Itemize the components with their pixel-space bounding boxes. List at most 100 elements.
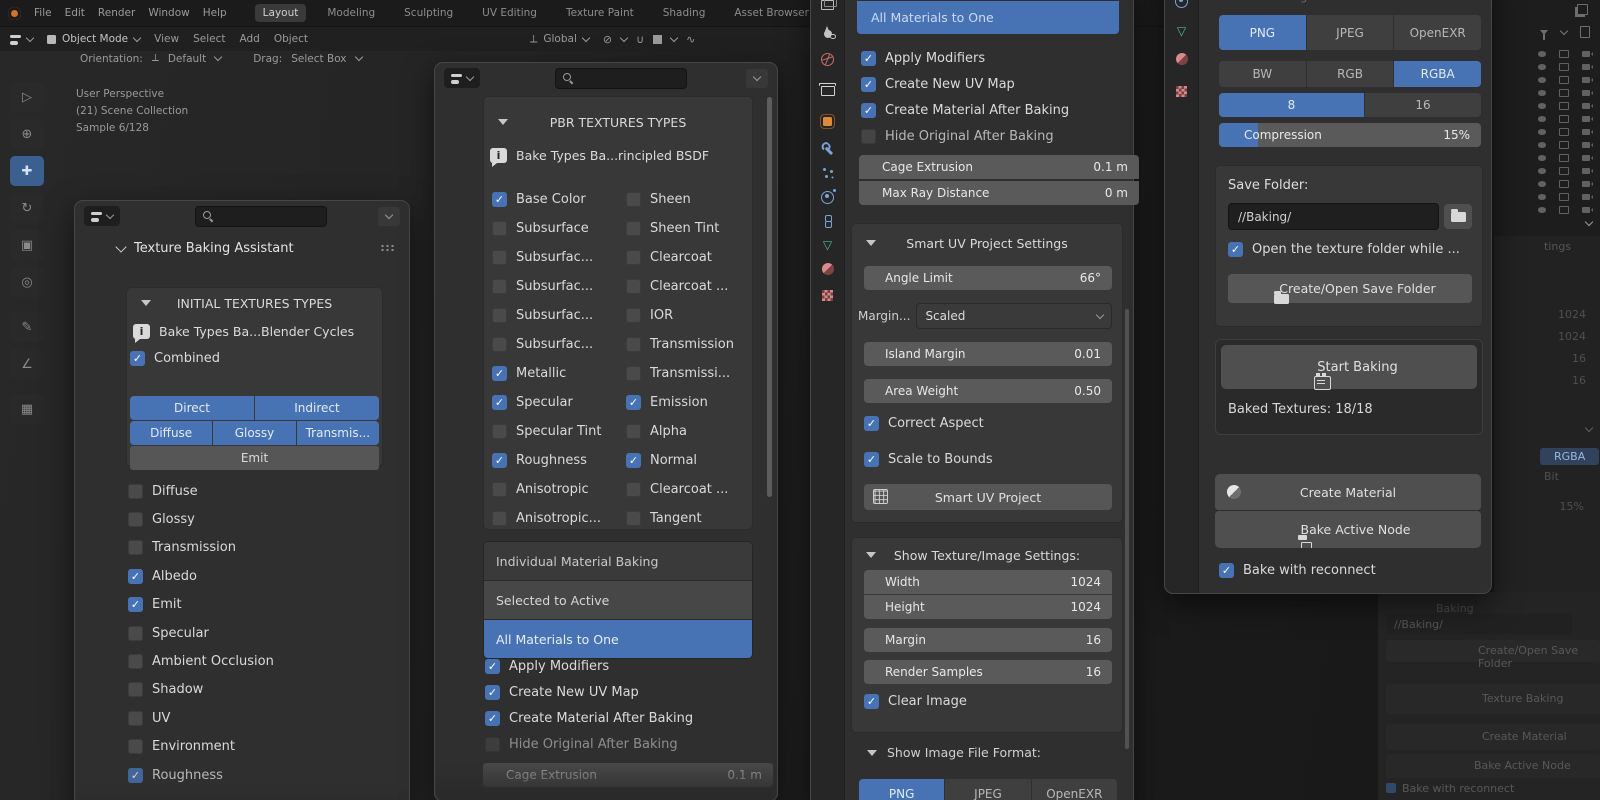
scale-tool-button[interactable]: ▣ <box>10 230 44 260</box>
menu-add[interactable]: Add <box>239 33 259 45</box>
check-row[interactable]: Specular <box>128 619 389 647</box>
check-row[interactable]: Metallic <box>492 359 624 388</box>
tab-world-icon[interactable] <box>811 47 844 71</box>
scrollbar[interactable] <box>1125 309 1129 749</box>
check-row[interactable]: Ambient Occlusion <box>128 647 389 675</box>
check-row[interactable]: Subsurfac... <box>492 330 624 359</box>
depth-16-button[interactable]: 16 <box>1365 93 1481 117</box>
create-new-uv-checkbox[interactable] <box>861 76 876 92</box>
search-input[interactable] <box>195 205 327 227</box>
workspace-tab-asset-browser[interactable]: Asset Browser <box>726 4 817 22</box>
open-folder-checkbox[interactable] <box>1228 242 1243 257</box>
menu-select[interactable]: Select <box>193 33 225 45</box>
check-row[interactable]: IOR <box>626 301 748 330</box>
check-row[interactable]: Subsurfac... <box>492 301 624 330</box>
tab-object-icon[interactable] <box>811 109 844 133</box>
create-new-uv-checkbox[interactable] <box>485 684 500 700</box>
mode-selected-to-active[interactable]: Selected to Active <box>484 581 752 620</box>
shadow-checkbox[interactable] <box>128 682 143 698</box>
tab-scene-icon[interactable] <box>811 21 844 45</box>
bw-button[interactable]: BW <box>1219 61 1306 87</box>
diffuse-checkbox[interactable] <box>128 483 143 499</box>
bake-reconnect-checkbox[interactable] <box>1219 563 1234 578</box>
openexr-button[interactable]: OpenEXR <box>1031 779 1117 800</box>
ambient-occlusion-checkbox[interactable] <box>128 654 143 670</box>
workspace-tab-layout[interactable]: Layout <box>254 4 307 22</box>
alpha-checkbox[interactable] <box>626 424 641 439</box>
transmission-button[interactable]: Transmis... <box>296 421 379 445</box>
anisotropic-checkbox[interactable] <box>492 482 507 497</box>
measure-tool-button[interactable]: ∠ <box>10 349 44 379</box>
correct-aspect-row[interactable]: Correct Aspect <box>864 416 984 431</box>
emit-button[interactable]: Emit <box>130 446 379 470</box>
subsurface4-checkbox[interactable] <box>492 308 507 323</box>
subsurface3-checkbox[interactable] <box>492 279 507 294</box>
section-header[interactable]: Smart UV Project Settings <box>852 236 1122 251</box>
snap-target-icon[interactable]: ⊘ <box>603 33 612 46</box>
workspace-tab-shading[interactable]: Shading <box>655 4 714 22</box>
check-row[interactable]: Clearcoat <box>626 243 748 272</box>
mode-selector[interactable]: Object Mode <box>47 33 142 45</box>
proportional-edit-icon[interactable] <box>653 34 663 44</box>
chevron-down-icon[interactable] <box>1584 217 1594 227</box>
subsurface-checkbox[interactable] <box>492 221 507 236</box>
new-collection-icon[interactable] <box>1580 26 1590 38</box>
check-row[interactable]: Transmissi... <box>626 359 748 388</box>
option-row[interactable]: Create Material After Baking <box>485 705 757 731</box>
clear-image-checkbox[interactable] <box>864 694 879 709</box>
sheen-checkbox[interactable] <box>626 192 641 207</box>
menu-view[interactable]: View <box>154 33 179 45</box>
specular-checkbox[interactable] <box>128 625 143 641</box>
tangent-checkbox[interactable] <box>626 511 641 526</box>
add-cube-tool-button[interactable]: ▦ <box>10 394 44 424</box>
depth-8-button[interactable]: 8 <box>1219 93 1364 117</box>
browse-folder-button[interactable] <box>1444 204 1472 229</box>
roughness-checkbox[interactable] <box>492 453 507 468</box>
editor-type-selector[interactable] <box>10 33 35 45</box>
width-field[interactable]: Width 1024 <box>864 570 1112 594</box>
glossy-checkbox[interactable] <box>128 512 143 528</box>
workspace-tab-sculpting[interactable]: Sculpting <box>396 4 461 22</box>
drag-grip-icon[interactable] <box>380 244 395 252</box>
direct-button[interactable]: Direct <box>130 396 254 420</box>
scrollbar[interactable] <box>767 97 772 497</box>
restrict-toggles-row[interactable] <box>1538 141 1593 149</box>
check-row[interactable]: Specular Tint <box>492 417 624 446</box>
restrict-toggles-row[interactable] <box>1538 206 1593 214</box>
bake-active-node-button[interactable]: Bake Active Node <box>1215 511 1481 548</box>
menu-help[interactable]: Help <box>203 7 227 19</box>
cage-extrusion-slider[interactable]: Cage Extrusion0.1 m <box>859 155 1139 179</box>
emission-checkbox[interactable] <box>626 395 641 410</box>
section-header[interactable]: INITIAL TEXTURES TYPES <box>127 296 382 311</box>
clearcoat-roughness-checkbox[interactable] <box>626 279 641 294</box>
rotate-tool-button[interactable]: ↻ <box>10 193 44 223</box>
option-row[interactable]: Hide Original After Baking <box>861 123 1115 149</box>
chevron-down-icon[interactable] <box>1559 26 1569 35</box>
rgb-button[interactable]: RGB <box>1306 61 1394 87</box>
create-open-save-folder-button[interactable]: Create/Open Save Folder <box>1228 274 1472 304</box>
restrict-toggles-row[interactable] <box>1538 128 1593 136</box>
height-field[interactable]: Height 1024 <box>864 595 1112 619</box>
compression-slider[interactable]: Compression 15% <box>1219 123 1481 147</box>
max-ray-distance-slider[interactable]: Max Ray Distance 0 m <box>859 181 1139 205</box>
option-row[interactable]: Create Material After Baking <box>861 97 1115 123</box>
option-row[interactable]: Hide Original After Baking <box>485 731 757 757</box>
restrict-toggles-row[interactable] <box>1538 50 1593 58</box>
workspace-tab-texture-paint[interactable]: Texture Paint <box>558 4 642 22</box>
check-row[interactable]: Subsurfac... <box>492 272 624 301</box>
check-row[interactable]: Normal <box>626 446 748 475</box>
check-row[interactable]: Sheen Tint <box>626 214 748 243</box>
clearcoat-normal-checkbox[interactable] <box>626 482 641 497</box>
check-row[interactable]: UV <box>128 704 389 732</box>
clearcoat-checkbox[interactable] <box>626 250 641 265</box>
section-header[interactable]: PBR TEXTURES TYPES <box>484 115 752 130</box>
anisotropic-rotation-checkbox[interactable] <box>492 511 507 526</box>
smart-uv-project-button[interactable]: Smart UV Project <box>864 484 1112 510</box>
check-row[interactable]: Subsurface <box>492 214 624 243</box>
normal-checkbox[interactable] <box>626 453 641 468</box>
tab-view-layer-icon[interactable] <box>811 0 844 15</box>
check-row[interactable]: Sheen <box>626 185 748 214</box>
scale-to-bounds-row[interactable]: Scale to Bounds <box>864 452 993 467</box>
tab-texture-icon[interactable] <box>1165 79 1198 103</box>
select-tool-button[interactable]: ▷ <box>10 82 44 112</box>
